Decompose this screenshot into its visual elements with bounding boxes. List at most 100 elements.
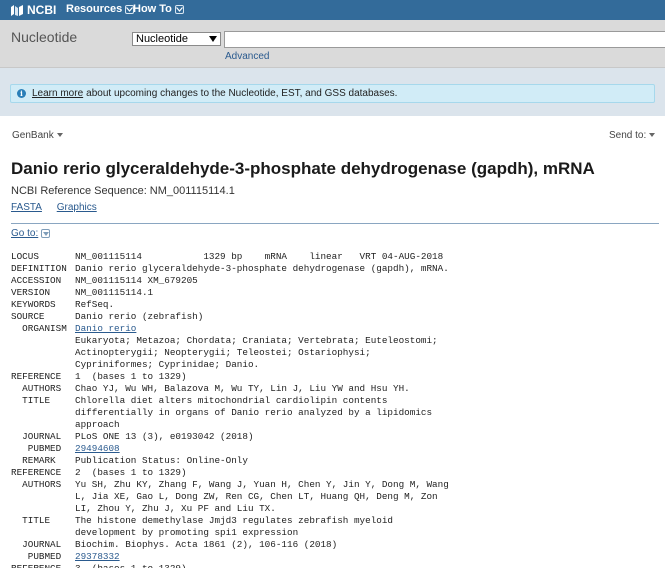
genbank-field-value: RefSeq. — [75, 299, 115, 310]
genbank-line: development by promoting spi1 expression — [11, 527, 449, 539]
genbank-field-key: REFERENCE — [11, 467, 62, 478]
genbank-line: AUTHORS Yu SH, Zhu KY, Zhang F, Wang J, Y… — [11, 479, 449, 491]
dropdown-arrow-icon — [209, 36, 217, 42]
genbank-line: TITLE The histone demethylase Jmjd3 regul… — [11, 515, 449, 527]
search-input[interactable] — [224, 31, 665, 48]
genbank-field-key: PUBMED — [11, 551, 62, 562]
chevron-down-icon — [174, 4, 184, 14]
genbank-line: LOCUS NM_001115114 1329 bp mRNA linear VR… — [11, 251, 449, 263]
format-menu[interactable]: GenBank — [12, 130, 63, 141]
howto-menu[interactable]: How To — [133, 3, 184, 15]
goto-label: Go to: — [11, 228, 39, 239]
advanced-search-link[interactable]: Advanced — [225, 51, 269, 62]
genbank-field-value: Danio rerio glyceraldehyde-3-phosphate d… — [75, 263, 449, 274]
genbank-field-value: LI, Zhou Y, Zhu J, Xu PF and Liu TX. — [75, 503, 276, 514]
send-to-label: Send to: — [609, 130, 647, 141]
genbank-field-key — [11, 335, 75, 347]
ncbi-logo-text: NCBI — [27, 3, 57, 17]
genbank-field-key: TITLE — [11, 515, 51, 526]
genbank-field-value: Eukaryota; Metazoa; Chordata; Craniata; … — [75, 335, 438, 346]
chevron-down-icon — [41, 228, 51, 238]
record-links: FASTA Graphics — [11, 202, 109, 213]
genbank-field-value: differentially in organs of Danio rerio … — [75, 407, 433, 418]
genbank-line: REFERENCE 2 (bases 1 to 1329) — [11, 467, 449, 479]
genbank-field-link[interactable]: 29494608 — [75, 443, 120, 455]
caret-down-icon — [56, 133, 63, 138]
genbank-field-key: LOCUS — [11, 251, 39, 262]
genbank-line: ACCESSION NM_001115114 XM_679205 — [11, 275, 449, 287]
genbank-field-key — [11, 527, 75, 539]
genbank-field-key: PUBMED — [11, 443, 62, 454]
learn-more-link[interactable]: Learn more — [32, 88, 83, 99]
genbank-field-value: NM_001115114 XM_679205 — [75, 275, 198, 286]
notice-text: about upcoming changes to the Nucleotide… — [86, 88, 398, 99]
genbank-line: AUTHORS Chao YJ, Wu WH, Balazova M, Wu TY… — [11, 383, 449, 395]
genbank-field-key: JOURNAL — [11, 431, 62, 442]
genbank-line: TITLE Chlorella diet alters mitochondrial… — [11, 395, 449, 407]
format-label: GenBank — [12, 130, 54, 141]
ncbi-logo-icon — [11, 4, 23, 16]
genbank-line: DEFINITION Danio rerio glyceraldehyde-3-p… — [11, 263, 449, 275]
fasta-link[interactable]: FASTA — [11, 202, 42, 213]
genbank-record: LOCUS NM_001115114 1329 bp mRNA linear VR… — [11, 251, 449, 568]
genbank-field-value: approach — [75, 419, 120, 430]
genbank-field-key: JOURNAL — [11, 539, 62, 550]
graphics-link[interactable]: Graphics — [57, 202, 97, 213]
genbank-field-key: REFERENCE — [11, 371, 62, 382]
refseq-id: NCBI Reference Sequence: NM_001115114.1 — [11, 185, 235, 197]
genbank-field-key — [11, 407, 75, 419]
genbank-line: REFERENCE 1 (bases 1 to 1329) — [11, 371, 449, 383]
genbank-field-key: TITLE — [11, 395, 51, 406]
genbank-field-value: development by promoting spi1 expression — [75, 527, 299, 538]
genbank-line: L, Jia XE, Gao L, Dong ZW, Ren CG, Chen … — [11, 491, 449, 503]
goto-menu[interactable]: Go to: — [11, 228, 51, 239]
genbank-line: SOURCE Danio rerio (zebrafish) — [11, 311, 449, 323]
genbank-field-value: The histone demethylase Jmjd3 regulates … — [75, 515, 394, 526]
genbank-line: differentially in organs of Danio rerio … — [11, 407, 449, 419]
resources-menu[interactable]: Resources — [66, 3, 135, 15]
database-select-value: Nucleotide — [136, 33, 188, 45]
genbank-field-value: PLoS ONE 13 (3), e0193042 (2018) — [75, 431, 254, 442]
genbank-field-key: KEYWORDS — [11, 299, 56, 310]
genbank-field-key — [11, 491, 75, 503]
genbank-line: JOURNAL PLoS ONE 13 (3), e0193042 (2018) — [11, 431, 449, 443]
notice-area: i Learn more about upcoming changes to t… — [0, 68, 665, 116]
genbank-field-key: ORGANISM — [11, 323, 67, 334]
genbank-field-value: 1 (bases 1 to 1329) — [75, 371, 187, 382]
genbank-field-key: AUTHORS — [11, 383, 62, 394]
ncbi-logo[interactable]: NCBI — [10, 3, 56, 17]
genbank-field-key: SOURCE — [11, 311, 45, 322]
database-select[interactable]: Nucleotide — [132, 32, 221, 46]
database-label: Nucleotide — [11, 29, 78, 45]
howto-label: How To — [133, 3, 172, 15]
genbank-field-value: NM_001115114 1329 bp mRNA linear VRT 04-… — [75, 251, 444, 262]
genbank-field-link[interactable]: Danio rerio — [75, 323, 136, 335]
genbank-field-key — [11, 419, 75, 431]
send-to-menu[interactable]: Send to: — [609, 130, 656, 141]
genbank-field-key: AUTHORS — [11, 479, 62, 490]
caret-down-icon — [649, 133, 656, 138]
resources-label: Resources — [66, 3, 123, 15]
genbank-field-key — [11, 503, 75, 515]
genbank-line: PUBMED 29378332 — [11, 551, 449, 563]
genbank-line: LI, Zhou Y, Zhu J, Xu PF and Liu TX. — [11, 503, 449, 515]
info-notice: i Learn more about upcoming changes to t… — [10, 84, 655, 103]
genbank-line: approach — [11, 419, 449, 431]
genbank-field-value: Publication Status: Online-Only — [75, 455, 248, 466]
genbank-field-key: REMARK — [11, 455, 56, 466]
genbank-line: Actinopterygii; Neopterygii; Teleostei; … — [11, 347, 449, 359]
info-icon: i — [17, 89, 26, 98]
genbank-field-link[interactable]: 29378332 — [75, 551, 120, 563]
genbank-field-key — [11, 347, 75, 359]
genbank-field-value: 2 (bases 1 to 1329) — [75, 467, 187, 478]
genbank-field-value: L, Jia XE, Gao L, Dong ZW, Ren CG, Chen … — [75, 491, 438, 502]
genbank-field-value: Yu SH, Zhu KY, Zhang F, Wang J, Yuan H, … — [75, 479, 449, 490]
genbank-line: VERSION NM_001115114.1 — [11, 287, 449, 299]
genbank-line: ORGANISM Danio rerio — [11, 323, 449, 335]
page-title: Danio rerio glyceraldehyde-3-phosphate d… — [11, 159, 595, 178]
search-bar: Nucleotide Nucleotide Advanced — [0, 20, 665, 68]
genbank-line: Cypriniformes; Cyprinidae; Danio. — [11, 359, 449, 371]
genbank-field-value: 3 (bases 1 to 1329) — [75, 563, 187, 568]
genbank-line: JOURNAL Biochim. Biophys. Acta 1861 (2), … — [11, 539, 449, 551]
genbank-line: REMARK Publication Status: Online-Only — [11, 455, 449, 467]
